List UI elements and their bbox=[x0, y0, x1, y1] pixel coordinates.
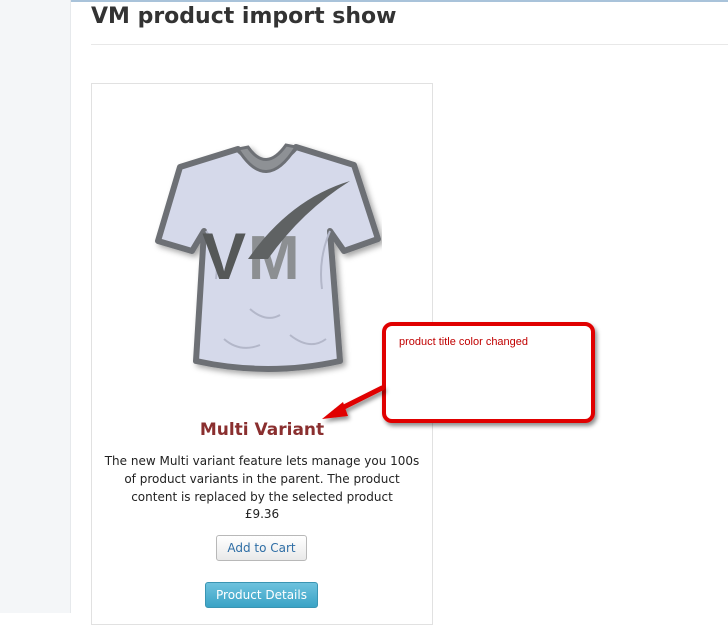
product-details-button[interactable]: Product Details bbox=[205, 582, 318, 608]
product-description: The new Multi variant feature lets manag… bbox=[104, 454, 420, 504]
title-divider bbox=[91, 44, 728, 45]
svg-text:V: V bbox=[202, 219, 246, 293]
add-to-cart-button[interactable]: Add to Cart bbox=[216, 535, 307, 561]
left-sidebar bbox=[0, 0, 71, 613]
tshirt-icon: V M bbox=[155, 143, 381, 372]
product-image[interactable]: V M bbox=[150, 139, 382, 379]
product-price: £9.36 bbox=[244, 507, 280, 521]
annotation-text: product title color changed bbox=[399, 336, 529, 348]
page-title: VM product import show bbox=[91, 4, 397, 29]
product-title[interactable]: Multi Variant bbox=[92, 418, 432, 442]
